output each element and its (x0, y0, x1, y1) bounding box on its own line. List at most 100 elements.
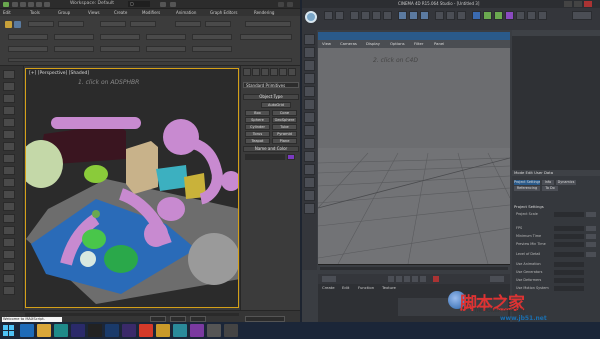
bp-icon[interactable] (304, 203, 315, 214)
ribbon-field[interactable] (205, 21, 231, 27)
y-axis-icon[interactable] (409, 11, 418, 20)
tab-referencing[interactable]: Referencing (514, 186, 540, 191)
view-menu-cameras[interactable]: Cameras (340, 41, 357, 46)
play-icon[interactable] (404, 276, 410, 282)
menu-animation[interactable]: Animation (176, 10, 196, 15)
teapot-button[interactable]: Teapot (245, 138, 270, 144)
tool-icon[interactable] (3, 118, 15, 127)
viewport-label[interactable]: [+] [Perspective] [Shaded] (29, 71, 89, 76)
deformer-icon[interactable] (505, 11, 514, 20)
material-menu-create[interactable]: Create (322, 285, 335, 290)
tool-icon[interactable] (3, 238, 15, 247)
cube-icon[interactable] (472, 11, 481, 20)
tool-icon[interactable] (3, 274, 15, 283)
close-button[interactable] (584, 1, 592, 7)
ribbon-field[interactable] (175, 21, 201, 27)
ribbon-field[interactable] (192, 46, 232, 52)
tool-icon[interactable] (3, 82, 15, 91)
view-menu-panel[interactable]: Panel (434, 41, 444, 46)
tweak-mode-icon[interactable] (304, 125, 315, 136)
ribbon-field[interactable] (100, 46, 140, 52)
sculpt-icon[interactable] (304, 190, 315, 201)
go-to-start-icon[interactable] (388, 276, 394, 282)
folder-icon[interactable] (156, 324, 170, 337)
attr-unit[interactable] (586, 252, 596, 257)
select-tool-icon[interactable] (5, 21, 12, 28)
tool-icon[interactable] (3, 214, 15, 223)
new-file-icon[interactable] (12, 2, 18, 7)
tab-to-do[interactable]: To Do (542, 186, 558, 191)
cylinder-button[interactable]: Cylinder (245, 124, 270, 130)
pyramid-button[interactable]: Pyramid (272, 131, 297, 137)
ribbon-field[interactable] (58, 21, 84, 27)
material-menu-texture[interactable]: Texture (382, 285, 396, 290)
attr-value[interactable] (554, 226, 584, 231)
modify-tab-icon[interactable] (252, 68, 260, 76)
ribbon-field[interactable] (146, 34, 186, 40)
premiere-icon[interactable] (122, 324, 136, 337)
ribbon-field[interactable] (192, 34, 232, 40)
points-mode-icon[interactable] (304, 73, 315, 84)
menu-graph-editors[interactable]: Graph Editors (210, 10, 237, 15)
tool-icon[interactable] (3, 226, 15, 235)
material-menu-edit[interactable]: Edit (342, 285, 349, 290)
redo-icon[interactable] (44, 2, 50, 7)
cinema4d-icon[interactable] (88, 324, 102, 337)
view-menu-view[interactable]: View (322, 41, 331, 46)
help-icon[interactable] (170, 2, 176, 7)
material-menu-function[interactable]: Function (358, 285, 374, 290)
tool-icon[interactable] (3, 130, 15, 139)
menu-group[interactable]: Group (58, 10, 70, 15)
utilities-tab-icon[interactable] (288, 68, 296, 76)
undo-icon[interactable] (36, 2, 42, 7)
go-to-end-icon[interactable] (420, 276, 426, 282)
grid-icon[interactable] (304, 164, 315, 175)
subdivision-icon[interactable] (494, 11, 503, 20)
cone-button[interactable]: Cone (272, 110, 297, 116)
attr-unit[interactable] (586, 226, 596, 231)
solo-icon[interactable] (304, 177, 315, 188)
tool-icon[interactable] (3, 70, 15, 79)
ribbon-field[interactable] (28, 21, 54, 27)
attr-value[interactable] (554, 270, 584, 275)
live-selection-icon[interactable] (350, 11, 359, 20)
object-name-field[interactable] (245, 154, 285, 160)
view-menu-display[interactable]: Display (366, 41, 380, 46)
media-player-icon[interactable] (190, 324, 204, 337)
attr-value[interactable] (554, 278, 584, 283)
x-axis-icon[interactable] (398, 11, 407, 20)
ribbon-field[interactable] (240, 34, 292, 40)
plane-button[interactable]: Plane (272, 138, 297, 144)
info-center-icon[interactable] (160, 2, 166, 7)
c4d-perspective-viewport[interactable]: View Cameras Display Options Filter Pane… (318, 32, 510, 264)
time-slider[interactable] (25, 313, 239, 316)
tab-dynamics[interactable]: Dynamics (556, 180, 576, 185)
primitive-type-dropdown[interactable]: Standard Primitives (243, 82, 299, 88)
tool-icon[interactable] (3, 286, 15, 295)
frame-ruler[interactable] (320, 267, 508, 270)
maximize-button[interactable] (287, 2, 293, 7)
tool-icon[interactable] (3, 94, 15, 103)
workspace-selector[interactable]: Workspace: Default (70, 1, 114, 6)
torus-button[interactable]: Torus (245, 131, 270, 137)
attr-unit[interactable] (586, 234, 596, 239)
name-color-rollout[interactable]: Name and Color (243, 146, 299, 152)
floor-icon[interactable] (516, 11, 525, 20)
ribbon-field[interactable] (100, 34, 140, 40)
menu-rendering[interactable]: Rendering (254, 10, 274, 15)
attr-unit[interactable] (586, 242, 596, 247)
ribbon-field[interactable] (146, 46, 186, 52)
tool-icon[interactable] (3, 190, 15, 199)
start-button[interactable] (3, 325, 14, 336)
object-type-rollout[interactable]: Object Type (243, 94, 299, 100)
display-tab-icon[interactable] (279, 68, 287, 76)
tool-icon[interactable] (3, 250, 15, 259)
attr-unit[interactable] (586, 212, 596, 217)
ribbon-field[interactable] (8, 46, 48, 52)
ribbon-field[interactable] (8, 34, 48, 40)
minimize-button[interactable] (278, 2, 284, 7)
ribbon-field[interactable] (130, 21, 156, 27)
ribbon-field[interactable] (54, 34, 94, 40)
tool-icon[interactable] (3, 202, 15, 211)
after-effects-icon[interactable] (71, 324, 85, 337)
